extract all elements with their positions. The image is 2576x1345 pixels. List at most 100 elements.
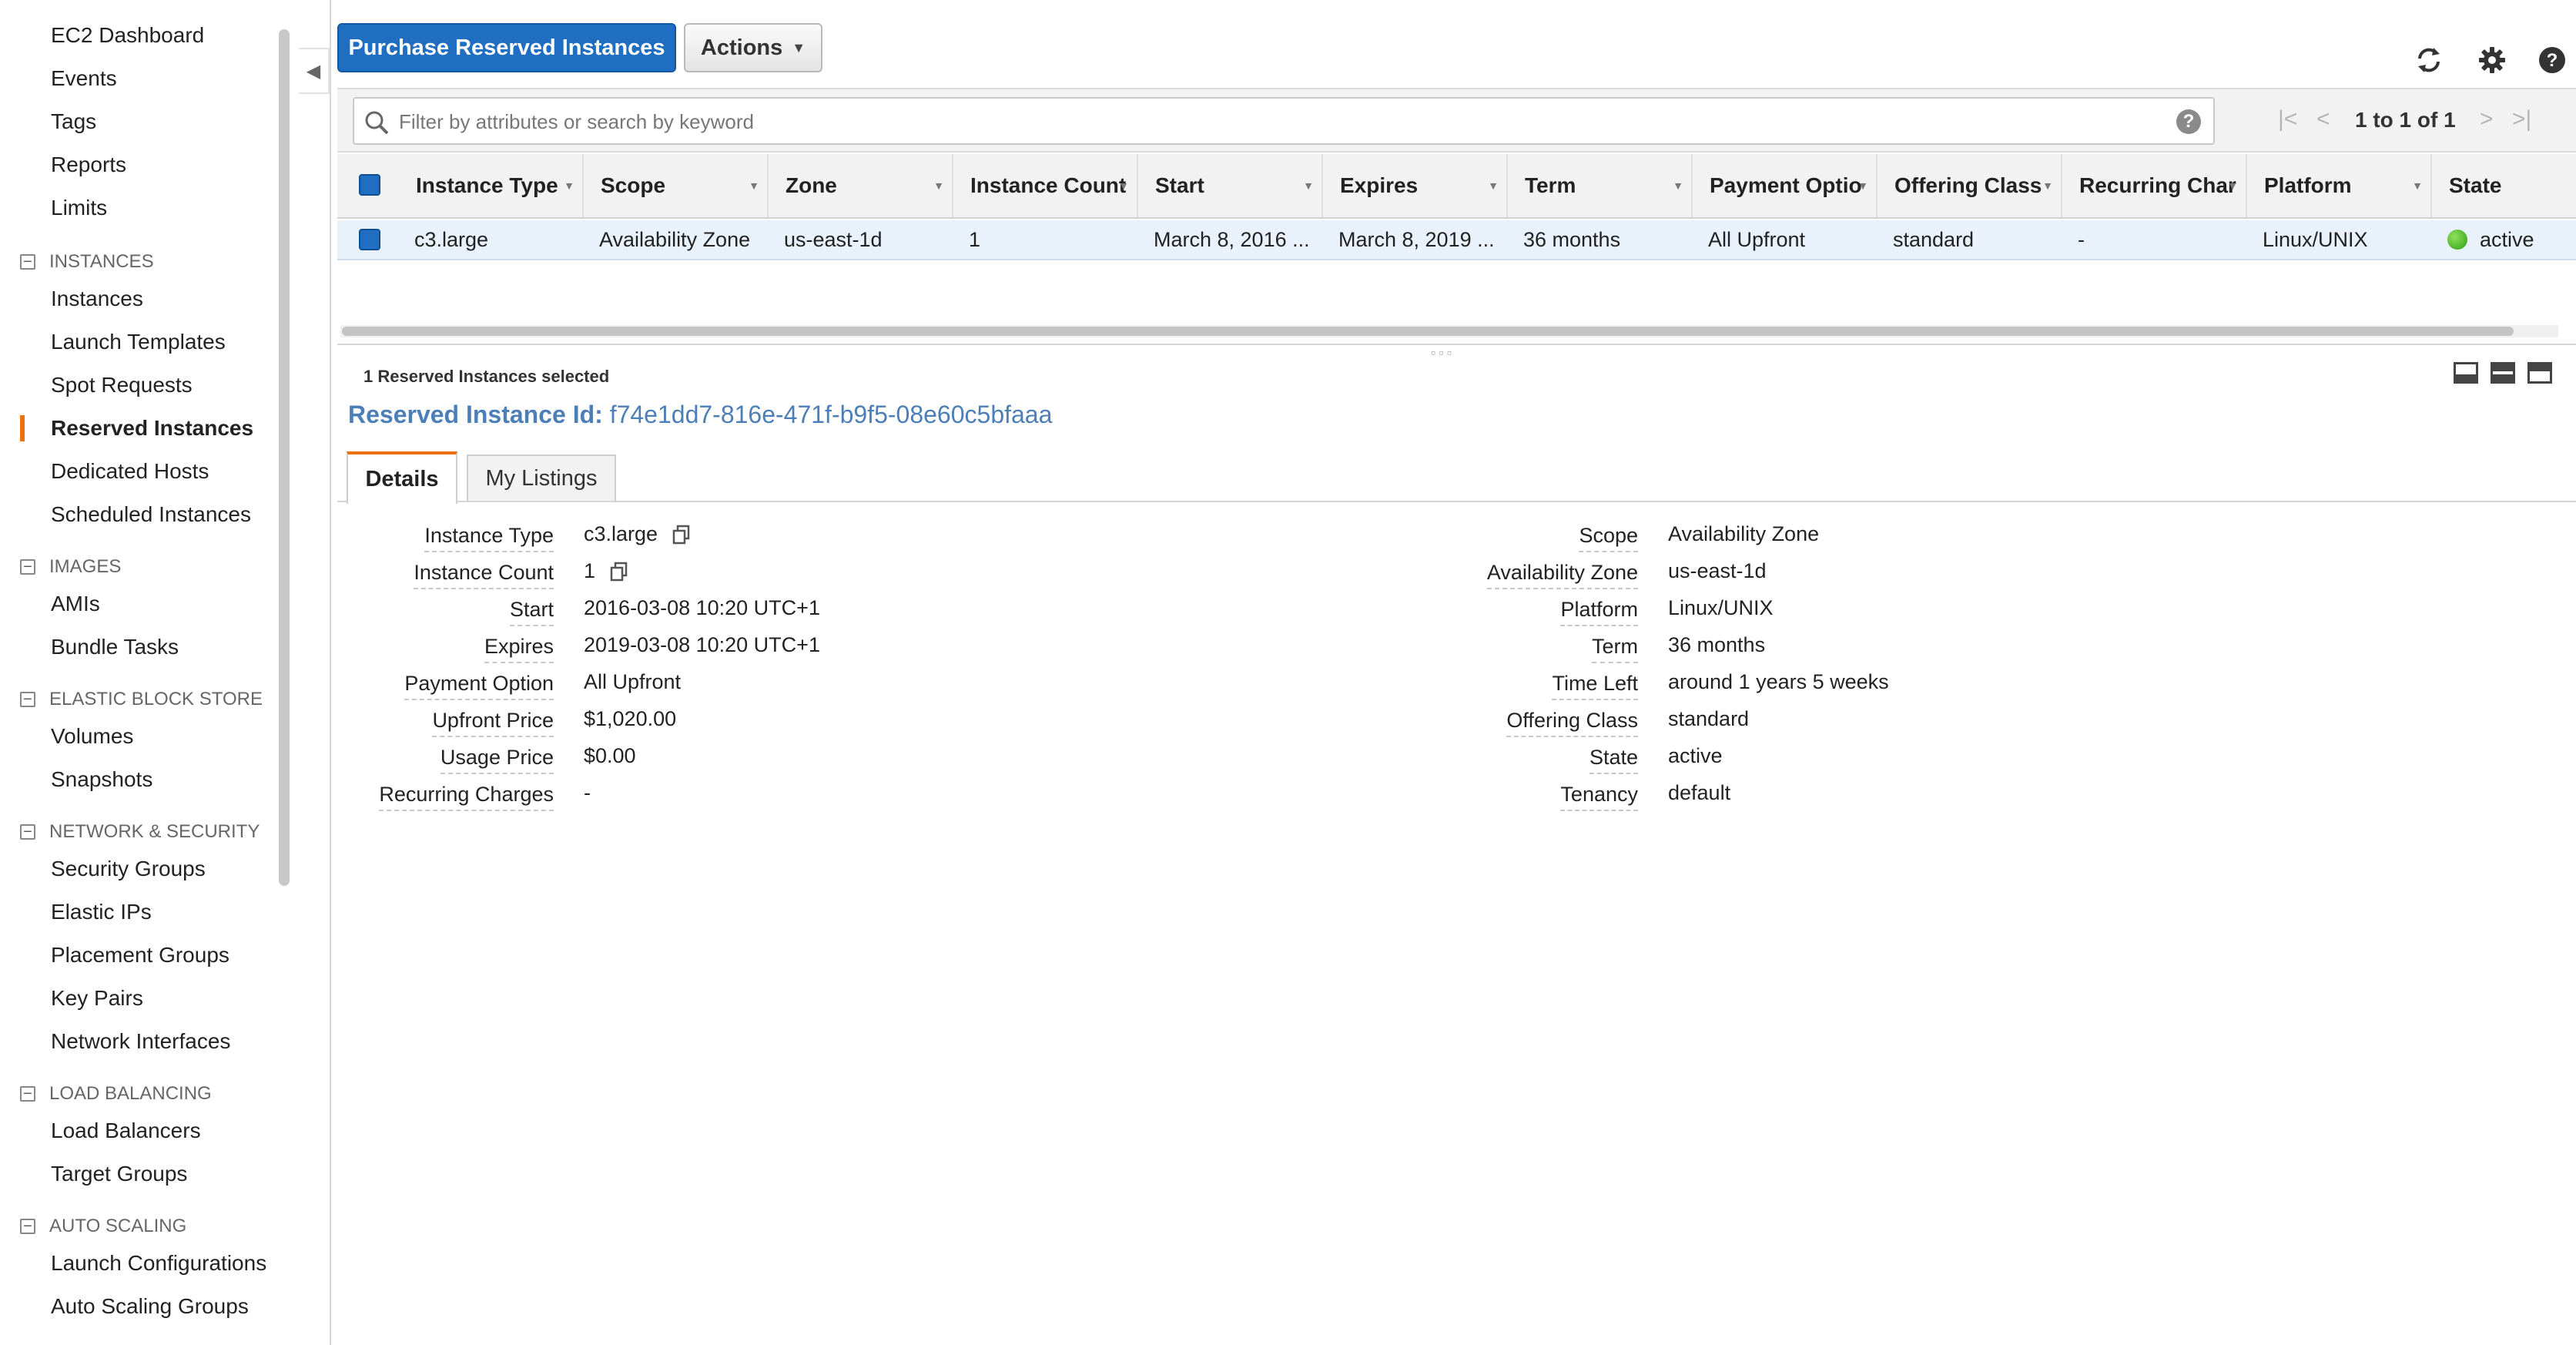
sort-caret-icon: ▼ [749,179,759,192]
search-icon [363,109,390,139]
column-header-zone[interactable]: Zone ▼ [769,154,953,217]
column-header-term[interactable]: Term ▼ [1508,154,1693,217]
refresh-icon[interactable] [2412,43,2446,77]
collapse-icon[interactable]: − [20,1086,35,1102]
collapse-icon[interactable]: − [20,559,35,575]
column-header-platform[interactable]: Platform ▼ [2247,154,2432,217]
gear-icon[interactable] [2475,43,2509,77]
cell-expires: March 8, 2019 ... [1338,227,1495,251]
sidebar-item-limits[interactable]: Limits [51,196,107,220]
sort-caret-icon: ▼ [1488,179,1499,192]
sort-caret-icon: ▼ [1118,179,1129,192]
detail-label-instance-type: Instance Type [424,524,554,552]
sidebar-item-dedicated-hosts[interactable]: Dedicated Hosts [51,459,209,484]
search-box[interactable]: ? [353,97,2215,145]
detail-label-payment-option: Payment Option [404,672,554,700]
sidebar-scrollbar[interactable] [279,29,290,886]
sidebar-item-tags[interactable]: Tags [51,109,96,134]
help-icon[interactable]: ? [2535,43,2569,77]
sort-caret-icon: ▼ [2227,179,2238,192]
sidebar-item-launch-configurations[interactable]: Launch Configurations [51,1251,266,1276]
tab-details[interactable]: Details [347,451,457,504]
sidebar-item-reports[interactable]: Reports [51,153,126,177]
detail-value-payment-option: All Upfront [584,670,682,693]
detail-value-tenancy: default [1668,781,1731,804]
column-header-payment-option[interactable]: Payment Optio ▼ [1693,154,1878,217]
column-header-start[interactable]: Start ▼ [1138,154,1323,217]
layout-split-icon[interactable] [2491,362,2515,384]
reserved-instance-id-title: Reserved Instance Id: f74e1dd7-816e-471f… [348,401,1053,428]
layout-top-icon[interactable] [2527,362,2552,384]
last-page-icon[interactable]: >| [2512,106,2531,132]
sidebar-item-target-groups[interactable]: Target Groups [51,1162,187,1186]
tab-my-listings[interactable]: My Listings [467,454,616,501]
sidebar-item-launch-templates[interactable]: Launch Templates [51,330,226,354]
detail-label-usage-price: Usage Price [440,746,554,774]
sidebar-item-security-groups[interactable]: Security Groups [51,857,206,881]
table-header: Instance Type ▼ Scope ▼ Zone ▼ Instance Cou… [337,154,2576,219]
sidebar-section-ebs[interactable]: − ELASTIC BLOCK STORE [20,689,263,710]
collapse-icon[interactable]: − [20,692,35,707]
cell-payment-option: All Upfront [1708,227,1806,251]
cell-platform: Linux/UNIX [2263,227,2368,251]
search-input[interactable] [397,99,2164,145]
detail-value-instance-type: c3.large [584,522,692,546]
cell-offering-class: standard [1893,227,1975,251]
column-header-recurring-charges[interactable]: Recurring Char ▼ [2062,154,2247,217]
first-page-icon[interactable]: |< [2278,106,2297,132]
sidebar-item-ec2-dashboard[interactable]: EC2 Dashboard [51,23,204,48]
row-checkbox[interactable] [359,229,380,250]
layout-bottom-icon[interactable] [2454,362,2478,384]
sidebar-item-instances[interactable]: Instances [51,287,143,311]
column-header-instance-type[interactable]: Instance Type ▼ [399,154,584,217]
pane-splitter[interactable] [337,344,2576,345]
prev-page-icon[interactable]: < [2316,106,2330,132]
cell-scope: Availability Zone [599,227,751,251]
copy-icon[interactable] [672,525,692,545]
column-header-instance-count[interactable]: Instance Count ▼ [953,154,1138,217]
column-header-offering-class[interactable]: Offering Class ▼ [1878,154,2062,217]
sidebar-collapse-toggle[interactable]: ◀ [299,48,330,94]
column-header-expires[interactable]: Expires ▼ [1323,154,1508,217]
sidebar-item-bundle-tasks[interactable]: Bundle Tasks [51,635,179,659]
column-header-state[interactable]: State [2432,154,2576,217]
column-header-scope[interactable]: Scope ▼ [584,154,769,217]
collapse-icon[interactable]: − [20,824,35,840]
sidebar-item-network-interfaces[interactable]: Network Interfaces [51,1029,230,1054]
sidebar-section-images[interactable]: − IMAGES [20,556,121,578]
splitter-grip-icon[interactable]: ▫▫▫ [1431,345,1455,361]
sidebar-item-load-balancers[interactable]: Load Balancers [51,1119,201,1143]
sidebar-item-reserved-instances[interactable]: Reserved Instances [51,416,253,441]
search-help-icon[interactable]: ? [2176,109,2201,134]
collapse-icon[interactable]: − [20,254,35,270]
purchase-reserved-instances-button[interactable]: Purchase Reserved Instances [337,23,676,72]
sidebar: EC2 Dashboard Events Tags Reports Limits… [0,0,331,1345]
sidebar-item-elastic-ips[interactable]: Elastic IPs [51,900,152,924]
sidebar-item-key-pairs[interactable]: Key Pairs [51,986,143,1011]
sidebar-item-amis[interactable]: AMIs [51,592,100,616]
select-all-checkbox[interactable] [359,174,380,196]
sidebar-section-network-security[interactable]: − NETWORK & SECURITY [20,821,260,843]
detail-label-offering-class: Offering Class [1506,709,1638,737]
sidebar-section-auto-scaling[interactable]: − AUTO SCALING [20,1216,186,1237]
sidebar-item-events[interactable]: Events [51,66,117,91]
detail-value-scope: Availability Zone [1668,522,1820,545]
collapse-icon[interactable]: − [20,1219,35,1234]
detail-value-term: 36 months [1668,633,1766,656]
detail-label-state: State [1589,746,1638,774]
sidebar-item-placement-groups[interactable]: Placement Groups [51,943,229,968]
actions-dropdown-button[interactable]: Actions ▼ [684,23,822,72]
copy-icon[interactable] [609,562,629,582]
sidebar-item-snapshots[interactable]: Snapshots [51,767,152,792]
sidebar-item-volumes[interactable]: Volumes [51,724,133,749]
sidebar-item-scheduled-instances[interactable]: Scheduled Instances [51,502,251,527]
sidebar-section-load-balancing[interactable]: − LOAD BALANCING [20,1083,212,1105]
detail-label-upfront-price: Upfront Price [432,709,554,737]
sidebar-section-instances[interactable]: − INSTANCES [20,251,154,273]
detail-value-usage-price: $0.00 [584,744,636,767]
horizontal-scrollbar-thumb[interactable] [342,327,2514,336]
sidebar-item-auto-scaling-groups[interactable]: Auto Scaling Groups [51,1294,249,1319]
table-row[interactable]: c3.large Availability Zone us-east-1d 1 … [337,220,2576,260]
sidebar-item-spot-requests[interactable]: Spot Requests [51,373,193,397]
next-page-icon[interactable]: > [2480,106,2494,132]
